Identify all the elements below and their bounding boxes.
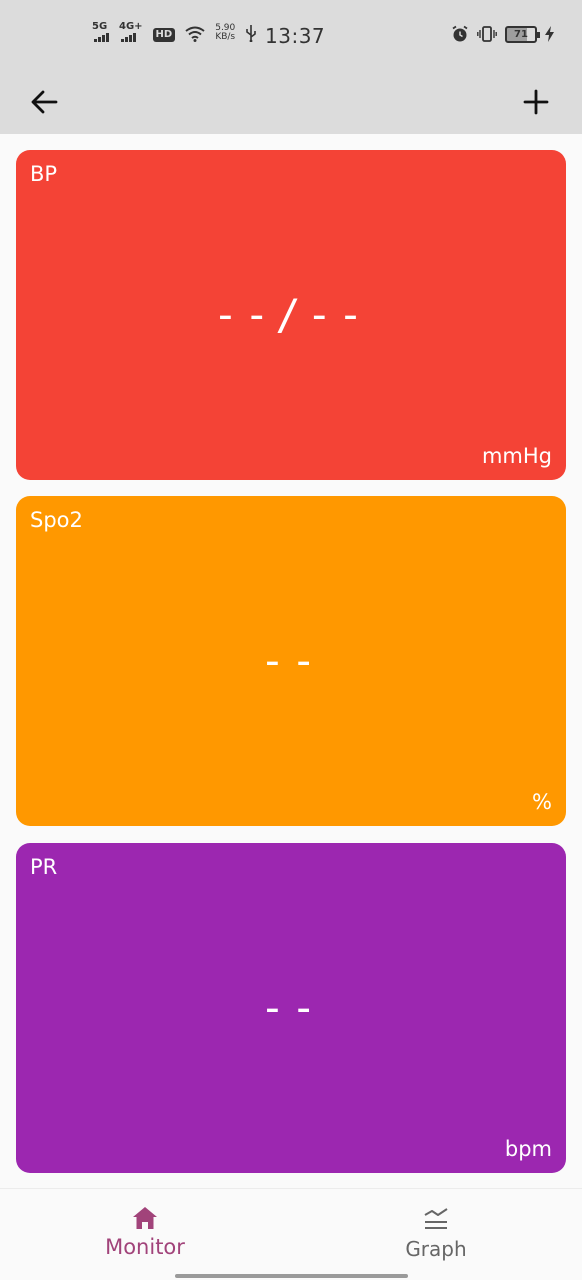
network-speed-unit: KB/s bbox=[215, 32, 236, 42]
home-icon bbox=[133, 1207, 157, 1229]
battery-level: 71 bbox=[514, 28, 528, 40]
sim2-signal-icon: 4G+ bbox=[119, 22, 143, 42]
app-bar bbox=[0, 70, 582, 134]
battery-icon: 71 bbox=[505, 25, 540, 43]
arrow-left-icon bbox=[31, 90, 58, 114]
status-indicators: 5G 4G+ HD 5.90 KB/s bbox=[92, 22, 257, 42]
bp-card-value: --/-- bbox=[212, 290, 370, 339]
spo2-card-title: Spo2 bbox=[30, 508, 83, 532]
bottom-navigation: Monitor Graph bbox=[0, 1188, 582, 1280]
nav-monitor-label: Monitor bbox=[105, 1235, 185, 1259]
pr-card-title: PR bbox=[30, 855, 58, 879]
nav-graph-label: Graph bbox=[405, 1237, 467, 1261]
bp-card-title: BP bbox=[30, 162, 58, 186]
hd-voice-icon: HD bbox=[152, 28, 176, 42]
nav-graph[interactable]: Graph bbox=[366, 1205, 506, 1261]
nav-monitor[interactable]: Monitor bbox=[75, 1205, 215, 1259]
back-button[interactable] bbox=[20, 78, 68, 126]
plus-icon bbox=[523, 89, 549, 115]
status-bar: 5G 4G+ HD 5.90 KB/s 13:37 71 bbox=[0, 0, 582, 70]
spo2-card-value: -- bbox=[259, 636, 323, 685]
spo2-card-unit: % bbox=[532, 790, 552, 814]
bp-card[interactable]: BP --/-- mmHg bbox=[16, 150, 566, 480]
sim2-network-label: 4G+ bbox=[119, 21, 143, 32]
usb-icon bbox=[246, 25, 257, 42]
pr-card[interactable]: PR -- bpm bbox=[16, 843, 566, 1173]
spo2-card[interactable]: Spo2 -- % bbox=[16, 496, 566, 826]
home-indicator[interactable] bbox=[175, 1274, 408, 1278]
graph-icon bbox=[424, 1208, 448, 1229]
bp-card-unit: mmHg bbox=[481, 444, 552, 468]
charging-icon bbox=[545, 26, 554, 42]
network-speed: 5.90 KB/s bbox=[215, 24, 235, 42]
clock: 13:37 bbox=[265, 24, 326, 48]
vibrate-icon bbox=[477, 26, 497, 42]
add-button[interactable] bbox=[512, 78, 560, 126]
alarm-icon bbox=[452, 25, 468, 42]
wifi-icon bbox=[185, 26, 205, 42]
sim1-network-label: 5G bbox=[92, 21, 108, 32]
sim1-signal-icon: 5G bbox=[92, 22, 109, 42]
pr-card-value: -- bbox=[259, 983, 323, 1032]
pr-card-unit: bpm bbox=[504, 1137, 552, 1161]
status-right-icons: 71 bbox=[451, 25, 554, 43]
